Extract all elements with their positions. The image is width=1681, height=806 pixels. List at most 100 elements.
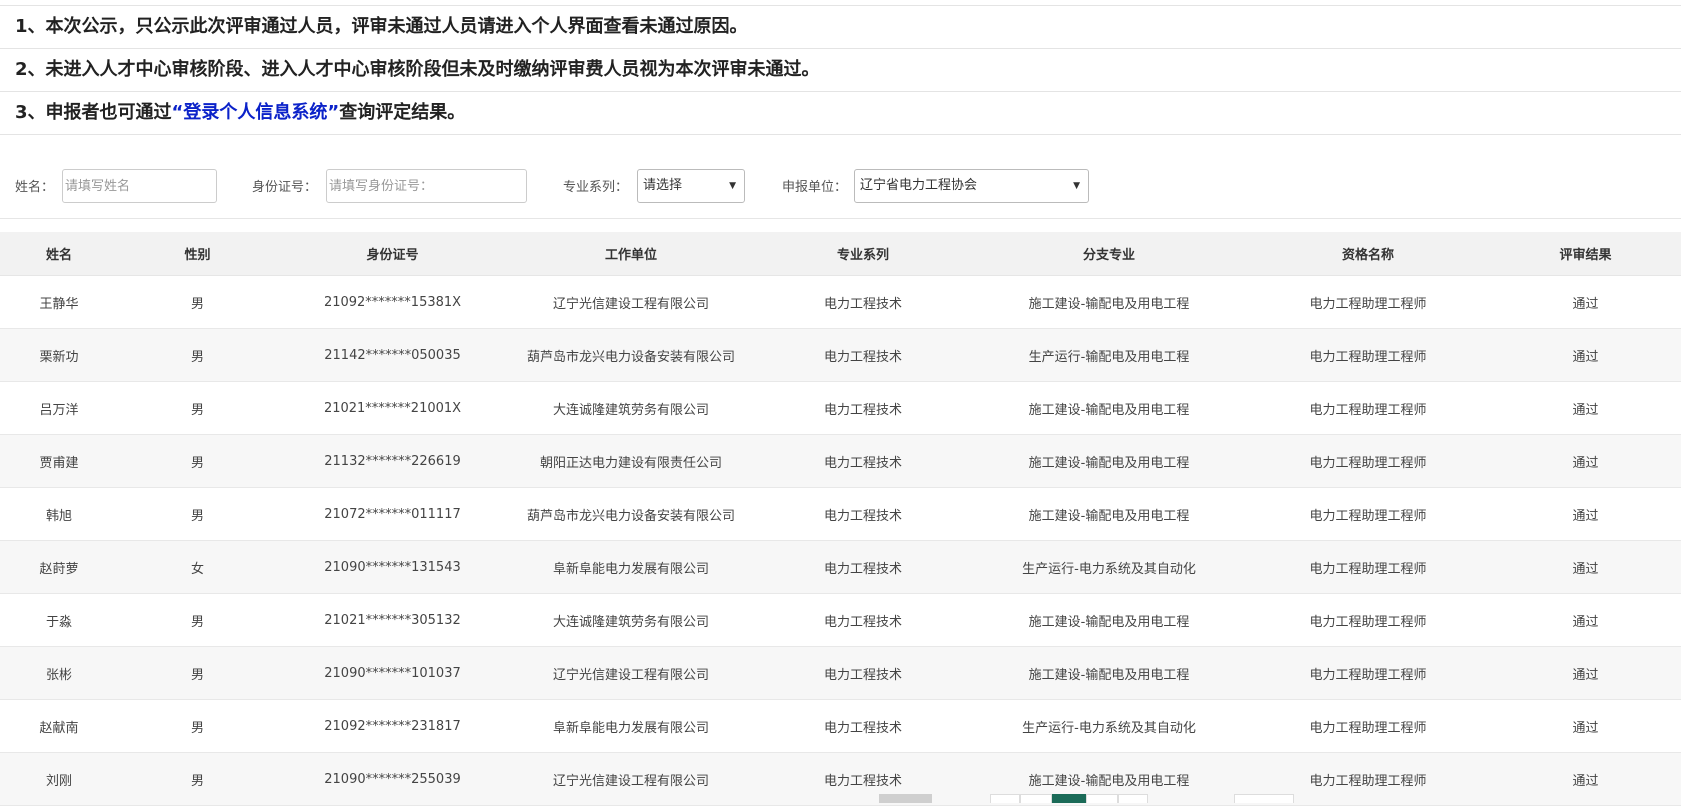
cell-branch: 施工建设-输配电及用电工程: [972, 275, 1246, 329]
chevron-down-icon: ▼: [729, 181, 736, 191]
cell-major-series: 电力工程技术: [754, 699, 972, 753]
table-row: 韩旭男 21072*******011117 葫芦岛市龙兴电力设备安装有限公司 电力工…: [0, 487, 1681, 541]
cell-gender: 男: [118, 487, 277, 541]
page-jump-input[interactable]: [1234, 794, 1294, 803]
col-header-branch: 分支专业: [972, 232, 1246, 276]
notice-3-suffix: 查询评定结果。: [339, 102, 466, 123]
cell-qualification: 电力工程助理工程师: [1246, 593, 1490, 647]
cell-qualification: 电力工程助理工程师: [1246, 434, 1490, 488]
table-row: 吕万洋男 21021*******21001X 大连诚隆建筑劳务有限公司 电力工程技术…: [0, 381, 1681, 435]
unit-select[interactable]: 辽宁省电力工程协会 ▼: [854, 169, 1089, 203]
cell-major-series: 电力工程技术: [754, 328, 972, 382]
col-header-result: 评审结果: [1490, 232, 1681, 276]
cell-id-number: 21092*******231817: [277, 699, 508, 753]
cell-work-unit: 朝阳正达电力建设有限责任公司: [508, 434, 754, 488]
notice-line-2: 2、未进入人才中心审核阶段、进入人才中心审核阶段但未及时缴纳评审费人员视为本次评…: [0, 49, 1681, 92]
cell-name: 赵献南: [0, 699, 118, 753]
cell-result: 通过: [1490, 593, 1681, 647]
pagination: [0, 794, 1681, 803]
cell-work-unit: 辽宁光信建设工程有限公司: [508, 646, 754, 700]
name-input[interactable]: [62, 169, 217, 203]
cell-result: 通过: [1490, 434, 1681, 488]
cell-work-unit: 大连诚隆建筑劳务有限公司: [508, 381, 754, 435]
cell-branch: 生产运行-输配电及用电工程: [972, 328, 1246, 382]
cell-result: 通过: [1490, 646, 1681, 700]
chevron-down-icon: ▼: [1073, 181, 1080, 191]
cell-gender: 男: [118, 328, 277, 382]
page-first-button[interactable]: [879, 794, 932, 803]
cell-id-number: 21092*******15381X: [277, 275, 508, 329]
table-body: 王静华男 21092*******15381X 辽宁光信建设工程有限公司 电力工程技术…: [0, 275, 1681, 806]
col-header-gender: 性别: [118, 232, 277, 276]
cell-gender: 女: [118, 540, 277, 594]
page-button[interactable]: [1086, 794, 1118, 803]
cell-work-unit: 大连诚隆建筑劳务有限公司: [508, 593, 754, 647]
cell-id-number: 21021*******21001X: [277, 381, 508, 435]
cell-gender: 男: [118, 275, 277, 329]
cell-work-unit: 阜新阜能电力发展有限公司: [508, 699, 754, 753]
cell-major-series: 电力工程技术: [754, 434, 972, 488]
cell-name: 王静华: [0, 275, 118, 329]
cell-id-number: 21142*******050035: [277, 328, 508, 382]
cell-name: 韩旭: [0, 487, 118, 541]
unit-label: 申报单位：: [782, 180, 848, 195]
cell-result: 通过: [1490, 381, 1681, 435]
col-header-id-number: 身份证号: [277, 232, 508, 276]
id-number-label: 身份证号：: [252, 180, 318, 195]
cell-id-number: 21021*******305132: [277, 593, 508, 647]
page-prev-button[interactable]: [990, 794, 1020, 803]
cell-result: 通过: [1490, 540, 1681, 594]
cell-qualification: 电力工程助理工程师: [1246, 275, 1490, 329]
cell-qualification: 电力工程助理工程师: [1246, 540, 1490, 594]
cell-work-unit: 葫芦岛市龙兴电力设备安装有限公司: [508, 487, 754, 541]
cell-name: 于淼: [0, 593, 118, 647]
table-row: 王静华男 21092*******15381X 辽宁光信建设工程有限公司 电力工程技术…: [0, 275, 1681, 329]
cell-id-number: 21072*******011117: [277, 487, 508, 541]
cell-qualification: 电力工程助理工程师: [1246, 646, 1490, 700]
cell-name: 栗新功: [0, 328, 118, 382]
table-header: 姓名 性别 身份证号 工作单位 专业系列 分支专业 资格名称 评审结果: [0, 232, 1681, 276]
col-header-name: 姓名: [0, 232, 118, 276]
cell-gender: 男: [118, 381, 277, 435]
cell-id-number: 21090*******101037: [277, 646, 508, 700]
cell-name: 赵莳萝: [0, 540, 118, 594]
cell-branch: 施工建设-输配电及用电工程: [972, 381, 1246, 435]
cell-name: 贾甫建: [0, 434, 118, 488]
cell-qualification: 电力工程助理工程师: [1246, 328, 1490, 382]
cell-id-number: 21090*******131543: [277, 540, 508, 594]
cell-work-unit: 葫芦岛市龙兴电力设备安装有限公司: [508, 328, 754, 382]
name-label: 姓名：: [15, 180, 55, 195]
cell-gender: 男: [118, 699, 277, 753]
page-button[interactable]: [1020, 794, 1052, 803]
cell-major-series: 电力工程技术: [754, 646, 972, 700]
cell-branch: 生产运行-电力系统及其自动化: [972, 699, 1246, 753]
page-next-button[interactable]: [1118, 794, 1148, 803]
cell-major-series: 电力工程技术: [754, 593, 972, 647]
table-row: 张彬男 21090*******101037 辽宁光信建设工程有限公司 电力工程技术施…: [0, 646, 1681, 700]
table-row: 赵莳萝女 21090*******131543 阜新阜能电力发展有限公司 电力工程技术…: [0, 540, 1681, 594]
cell-gender: 男: [118, 434, 277, 488]
table-row: 栗新功男 21142*******050035 葫芦岛市龙兴电力设备安装有限公司 电力…: [0, 328, 1681, 382]
cell-major-series: 电力工程技术: [754, 275, 972, 329]
unit-value: 辽宁省电力工程协会: [860, 178, 978, 193]
cell-gender: 男: [118, 593, 277, 647]
cell-result: 通过: [1490, 699, 1681, 753]
id-number-input[interactable]: [326, 169, 527, 203]
major-series-value: 请选择: [643, 178, 683, 193]
cell-branch: 施工建设-输配电及用电工程: [972, 646, 1246, 700]
col-header-qualification: 资格名称: [1246, 232, 1490, 276]
notice-3-prefix: 3、申报者也可通过: [15, 102, 172, 123]
cell-work-unit: 辽宁光信建设工程有限公司: [508, 275, 754, 329]
cell-branch: 施工建设-输配电及用电工程: [972, 487, 1246, 541]
col-header-major-series: 专业系列: [754, 232, 972, 276]
cell-qualification: 电力工程助理工程师: [1246, 487, 1490, 541]
page-button-active[interactable]: [1052, 794, 1086, 803]
results-table: 姓名 性别 身份证号 工作单位 专业系列 分支专业 资格名称 评审结果 王静华男…: [0, 232, 1681, 806]
table-row: 贾甫建男 21132*******226619 朝阳正达电力建设有限责任公司 电力工程…: [0, 434, 1681, 488]
cell-major-series: 电力工程技术: [754, 487, 972, 541]
major-series-select[interactable]: 请选择 ▼: [637, 169, 745, 203]
cell-result: 通过: [1490, 487, 1681, 541]
login-system-link[interactable]: “登录个人信息系统”: [172, 102, 340, 123]
notice-line-3: 3、申报者也可通过“登录个人信息系统”查询评定结果。: [0, 92, 1681, 135]
results-table-wrap: 姓名 性别 身份证号 工作单位 专业系列 分支专业 资格名称 评审结果 王静华男…: [0, 232, 1681, 806]
